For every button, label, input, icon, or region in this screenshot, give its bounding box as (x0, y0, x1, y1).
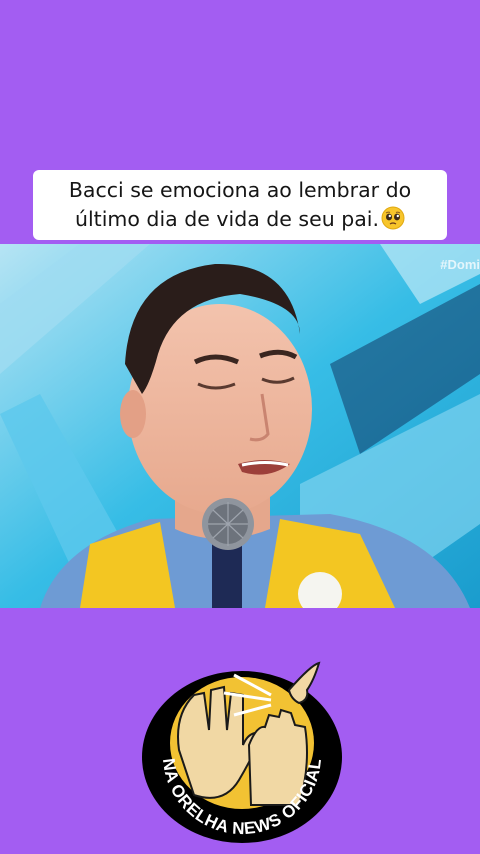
na-orelha-news-logo-icon: NA ORELHA NEWS OFICIAL (142, 661, 342, 843)
video-watermark: #Domi (440, 257, 480, 272)
caption-line-1: Bacci se emociona ao lembrar do (68, 178, 412, 202)
video-frame[interactable]: #Domi (0, 244, 480, 608)
pleading-face-emoji-icon (381, 206, 405, 230)
caption-line-2-wrap: último dia de vida de seu pai. (41, 205, 439, 234)
video-scene (0, 244, 480, 608)
caption-box: Bacci se emociona ao lembrar do último d… (33, 170, 447, 240)
caption-line-2: último dia de vida de seu pai. (74, 207, 380, 231)
